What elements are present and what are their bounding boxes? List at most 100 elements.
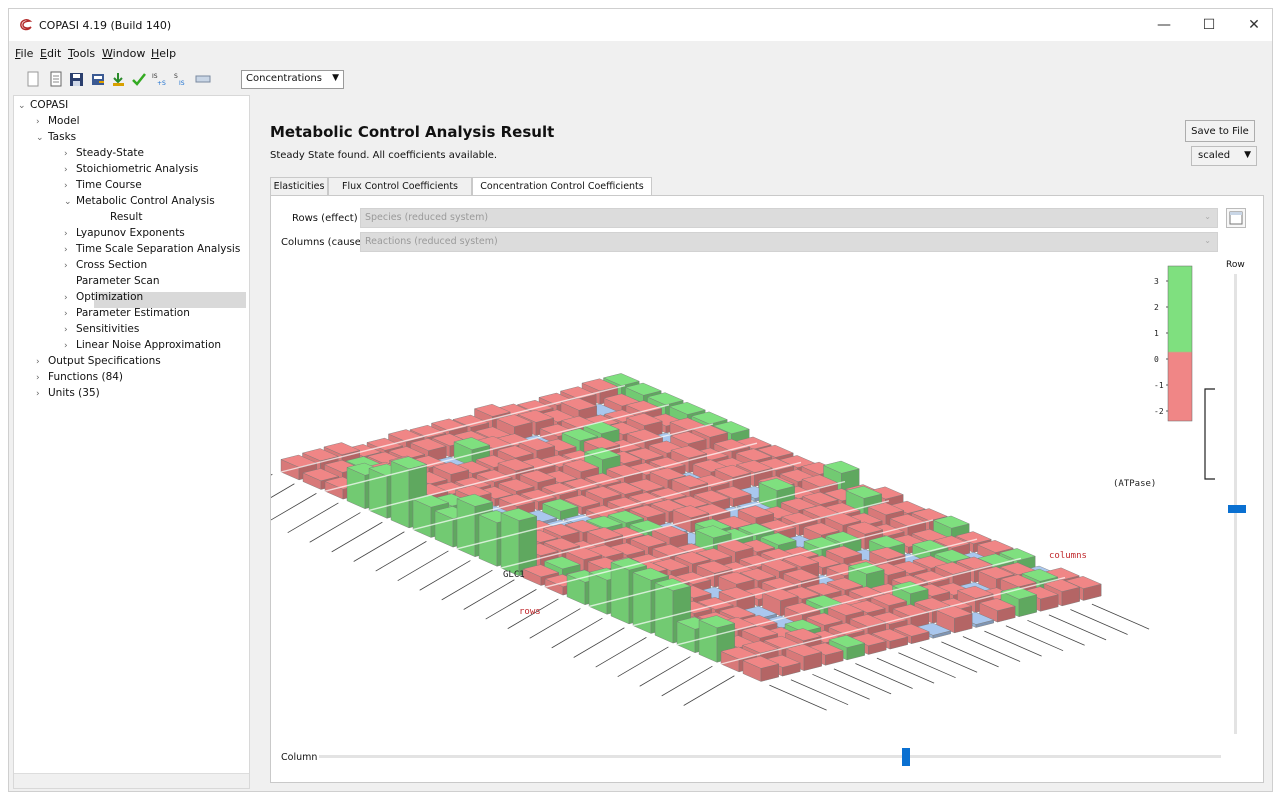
rows-label: Rows (effect) bbox=[292, 213, 358, 224]
legend-tick-label: -1 bbox=[1154, 381, 1164, 390]
columns-label: Columns (cause) bbox=[281, 237, 365, 248]
menu-tools[interactable]: Tools bbox=[68, 47, 95, 60]
row-axis-tick bbox=[639, 656, 691, 687]
title-bar: COPASI 4.19 (Build 140) — ☐ ✕ bbox=[9, 9, 1272, 41]
tree-item-result[interactable]: Result bbox=[98, 209, 142, 225]
object-tree[interactable]: ⌄ COPASI › Model ⌄ Tasks › Steady-State › Sto… bbox=[13, 95, 250, 789]
row-axis-tick bbox=[331, 521, 383, 553]
row-axis-tick bbox=[463, 579, 515, 610]
tree-item-tasks[interactable]: ⌄ Tasks bbox=[36, 129, 76, 145]
export-sbml-icon[interactable] bbox=[89, 70, 107, 88]
column-axis-tick bbox=[898, 652, 956, 679]
tab-concentration-control-coefficients[interactable]: Concentration Control Coefficients bbox=[472, 177, 652, 196]
column-axis-tick bbox=[790, 679, 849, 706]
quantity-type-select[interactable]: Concentrations ▼ bbox=[241, 70, 344, 89]
value-bracket bbox=[1204, 388, 1215, 480]
row-axis-tick bbox=[375, 541, 427, 572]
bar bbox=[500, 508, 538, 577]
open-icon[interactable] bbox=[47, 70, 65, 88]
app-window: COPASI 4.19 (Build 140) — ☐ ✕ File Edit … bbox=[8, 8, 1273, 792]
row-axis-tick bbox=[683, 675, 735, 706]
save-to-file-button[interactable]: Save to File bbox=[1185, 120, 1255, 142]
column-axis-tick bbox=[941, 641, 999, 668]
column-axis-tick bbox=[919, 646, 978, 673]
tab-elasticities[interactable]: Elasticities bbox=[270, 177, 328, 195]
close-button[interactable]: ✕ bbox=[1231, 9, 1272, 41]
legend-tick-label: 0 bbox=[1154, 355, 1159, 364]
tree-item-model[interactable]: › Model bbox=[36, 113, 80, 129]
tree-item-time-scale-separation[interactable]: › Time Scale Separation Analysis bbox=[64, 241, 240, 257]
tree-item-units[interactable]: › Units (35) bbox=[36, 385, 100, 401]
row-axis-tick bbox=[309, 512, 361, 543]
column-axis-tick bbox=[855, 663, 913, 689]
row-axis-tick bbox=[441, 569, 493, 601]
row-axis-tick bbox=[271, 473, 273, 476]
result-panel: Rows (effect) Species (reduced system) ⌄ … bbox=[270, 195, 1264, 783]
new-file-icon[interactable] bbox=[24, 70, 42, 88]
tree-item-copasi[interactable]: ⌄ COPASI bbox=[18, 97, 68, 113]
tree-item-linear-noise-approximation[interactable]: › Linear Noise Approximation bbox=[64, 337, 221, 353]
column-marker-label: (ATPase) bbox=[1113, 479, 1156, 489]
tree-item-stoichiometric-analysis[interactable]: › Stoichiometric Analysis bbox=[64, 161, 198, 177]
menu-edit[interactable]: Edit bbox=[40, 47, 61, 60]
tree-item-functions[interactable]: › Functions (84) bbox=[36, 369, 123, 385]
tree-item-parameter-estimation[interactable]: › Parameter Estimation bbox=[64, 305, 190, 321]
convert-to-irreversible-icon[interactable]: IS +S bbox=[150, 70, 168, 88]
legend-tick-label: -2 bbox=[1154, 407, 1164, 416]
chevron-down-icon: ▼ bbox=[332, 73, 339, 83]
column-axis-tick bbox=[1091, 603, 1150, 630]
row-axis-tick bbox=[287, 502, 339, 534]
menu-help[interactable]: Help bbox=[151, 47, 176, 60]
window-title: COPASI 4.19 (Build 140) bbox=[39, 19, 172, 32]
legend-tick-label: 2 bbox=[1154, 303, 1159, 312]
status-text: Steady State found. All coefficients ava… bbox=[270, 150, 498, 161]
row-axis-tick bbox=[419, 560, 471, 591]
import-icon[interactable] bbox=[109, 70, 127, 88]
tree-item-cross-section[interactable]: › Cross Section bbox=[64, 257, 147, 273]
3d-bar-plot[interactable]: GLC1 rows (ATPase) columns 3 2 1 0 -1 -2 bbox=[271, 254, 1221, 754]
table-view-icon[interactable] bbox=[1226, 208, 1246, 228]
slider-icon[interactable]: S IS bbox=[172, 70, 190, 88]
row-axis-tick bbox=[397, 550, 449, 582]
column-axis-tick bbox=[984, 630, 1042, 657]
menu-file[interactable]: File bbox=[15, 47, 33, 60]
bar-front-face bbox=[654, 582, 674, 644]
save-icon[interactable] bbox=[67, 70, 85, 88]
tree-item-sensitivities[interactable]: › Sensitivities bbox=[64, 321, 139, 337]
color-legend-bar bbox=[1167, 265, 1193, 422]
columns-select[interactable]: Reactions (reduced system) ⌄ bbox=[360, 232, 1218, 252]
tree-item-optimization[interactable]: › Optimization bbox=[64, 289, 143, 305]
row-slider-handle[interactable] bbox=[1228, 505, 1246, 513]
ruler-icon[interactable] bbox=[194, 70, 212, 88]
column-axis-tick bbox=[1070, 609, 1128, 635]
minimize-button[interactable]: — bbox=[1141, 9, 1187, 41]
row-axis-tick bbox=[595, 637, 647, 668]
toolbar: IS +S S IS Concentrations ▼ bbox=[9, 67, 1272, 93]
tree-item-metabolic-control-analysis[interactable]: ⌄ Metabolic Control Analysis bbox=[64, 193, 215, 209]
menu-window[interactable]: Window bbox=[102, 47, 145, 60]
row-axis-tick bbox=[617, 646, 669, 678]
column-slider-handle[interactable] bbox=[902, 748, 910, 766]
row-axis-tick bbox=[661, 665, 713, 697]
tree-item-time-course[interactable]: › Time Course bbox=[64, 177, 142, 193]
tree-horizontal-scrollbar[interactable] bbox=[14, 773, 249, 788]
row-slider-track[interactable] bbox=[1234, 274, 1237, 734]
scale-select[interactable]: scaled ▼ bbox=[1191, 146, 1257, 166]
bar-front-face bbox=[610, 561, 630, 625]
maximize-button[interactable]: ☐ bbox=[1186, 9, 1232, 41]
tree-item-lyapunov-exponents[interactable]: › Lyapunov Exponents bbox=[64, 225, 185, 241]
column-axis-tick bbox=[876, 657, 935, 684]
column-axis-tick bbox=[1005, 625, 1064, 652]
rows-axis-label: rows bbox=[519, 607, 541, 617]
tree-item-steady-state[interactable]: › Steady-State bbox=[64, 145, 144, 161]
rows-select[interactable]: Species (reduced system) ⌄ bbox=[360, 208, 1218, 228]
column-slider-label: Column bbox=[281, 752, 318, 763]
tree-item-output-specifications[interactable]: › Output Specifications bbox=[36, 353, 161, 369]
check-icon[interactable] bbox=[129, 70, 147, 88]
tab-flux-control-coefficients[interactable]: Flux Control Coefficients bbox=[328, 177, 472, 195]
svg-text:+S: +S bbox=[157, 80, 166, 87]
column-slider-track[interactable] bbox=[319, 755, 1221, 758]
legend-tick-label: 1 bbox=[1154, 329, 1159, 338]
tree-item-parameter-scan[interactable]: Parameter Scan bbox=[64, 273, 160, 289]
svg-text:IS: IS bbox=[179, 80, 185, 87]
